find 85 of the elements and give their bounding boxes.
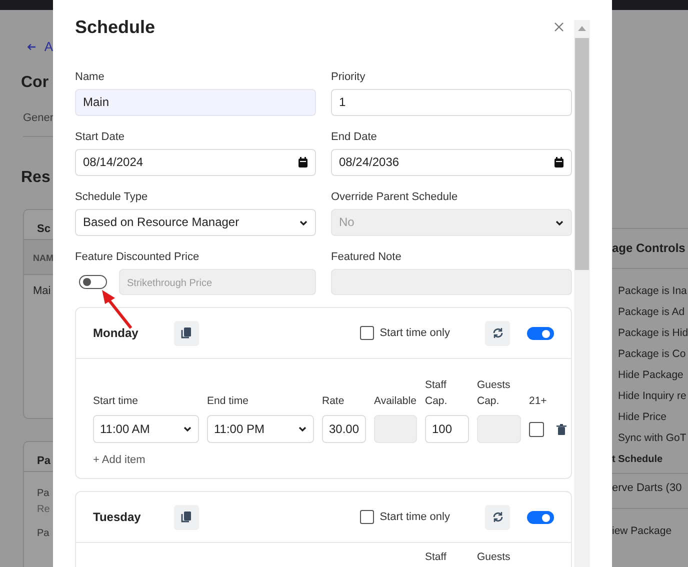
trash-icon [556, 424, 567, 434]
select-field[interactable]: 11:00 PM [207, 415, 314, 443]
input-field [374, 415, 417, 443]
column-header: Guests Cap. [477, 378, 512, 409]
checkbox-label: Start time only [380, 511, 450, 523]
card-text: Pa [37, 487, 50, 501]
calendar-icon [554, 157, 564, 168]
control-label: Package is Hid [618, 327, 688, 340]
copy-button[interactable] [174, 320, 199, 346]
back-arrow-icon [27, 42, 36, 52]
sync-icon [492, 327, 504, 339]
toggle-switch[interactable] [527, 326, 554, 340]
checkbox[interactable] [360, 326, 374, 340]
caret-icon [183, 426, 192, 432]
card-text: Re [37, 503, 51, 517]
card-title: age Controls [612, 229, 688, 269]
caret-icon [555, 220, 564, 226]
checkbox[interactable] [360, 510, 374, 524]
column-header: Start time [93, 394, 139, 409]
column-header: Staff [425, 550, 448, 565]
control-label: Hide Inquiry re [618, 390, 688, 403]
table-cell-text: Mai [32, 284, 52, 297]
add-item-link[interactable]: + Add item [93, 454, 146, 466]
field-label: Priority [331, 71, 366, 84]
field-label: End Date [331, 131, 378, 144]
sync-button[interactable] [485, 504, 510, 530]
section-label: t Schedule [612, 454, 688, 474]
day-name: Tuesday [93, 510, 142, 524]
dialog-title: Schedule [75, 16, 156, 38]
card-text: Pa [37, 527, 50, 541]
close-icon [554, 22, 564, 32]
back-link[interactable]: A [44, 41, 53, 53]
schedule-value: erve Darts (30 [612, 474, 688, 509]
input-field[interactable]: 100 [425, 415, 469, 443]
date-field[interactable]: 08/14/2024 [75, 149, 316, 176]
column-header: Staff Cap. [425, 378, 448, 409]
annotation-arrow [100, 289, 134, 329]
day-name: Monday [93, 326, 140, 340]
input-field [477, 415, 521, 443]
input-field: Strikethrough Price [119, 269, 316, 295]
field-label: Override Parent Schedule [331, 191, 459, 204]
sync-icon [492, 511, 504, 523]
select-field: No [331, 209, 572, 236]
control-label: Package is Co [618, 348, 687, 361]
delete-button[interactable] [556, 424, 567, 434]
input-field[interactable]: 1 [331, 89, 572, 116]
view-package-link[interactable]: iew Package [612, 525, 688, 537]
page-tab[interactable]: Gener [23, 112, 53, 124]
field-label: Featured Note [331, 251, 402, 264]
checkbox[interactable] [529, 422, 544, 436]
column-header: NAM [33, 253, 53, 263]
column-header: End time [207, 394, 250, 409]
calendar-icon [298, 157, 308, 168]
select-field[interactable]: Based on Resource Manager [75, 209, 316, 236]
input-field[interactable]: Main [75, 89, 316, 116]
copy-icon [181, 327, 192, 339]
input-field[interactable]: 30.00 [322, 415, 366, 443]
column-header: 21+ [529, 394, 548, 409]
scroll-thumb[interactable] [575, 38, 589, 270]
copy-button[interactable] [174, 504, 199, 530]
caret-icon [299, 220, 308, 226]
column-header: Rate [322, 394, 346, 409]
select-field[interactable]: 11:00 AM [93, 415, 199, 443]
field-label: Schedule Type [75, 191, 149, 204]
field-label: Feature Discounted Price [75, 251, 200, 264]
scrollbar[interactable] [574, 20, 590, 567]
control-label: Hide Package [618, 369, 684, 382]
section-title: Res [21, 168, 52, 188]
page-title: Cor [21, 73, 50, 93]
control-label: Package is Ad [618, 306, 686, 319]
scroll-up-icon [578, 26, 586, 31]
caret-icon [298, 426, 307, 432]
control-label: Package is Ina [618, 285, 688, 298]
date-field[interactable]: 08/24/2036 [331, 149, 572, 176]
control-label: Sync with GoT [618, 432, 688, 445]
checkbox-label: Start time only [380, 327, 450, 339]
field-label: Start Date [75, 131, 126, 144]
toggle-switch[interactable] [527, 510, 554, 524]
copy-icon [181, 511, 192, 523]
column-header: Guests [477, 550, 512, 565]
column-header: Available [374, 394, 417, 409]
top-bar [0, 0, 53, 10]
field-label: Name [75, 71, 106, 84]
sync-button[interactable] [485, 320, 510, 346]
control-label: Hide Price [618, 411, 668, 424]
